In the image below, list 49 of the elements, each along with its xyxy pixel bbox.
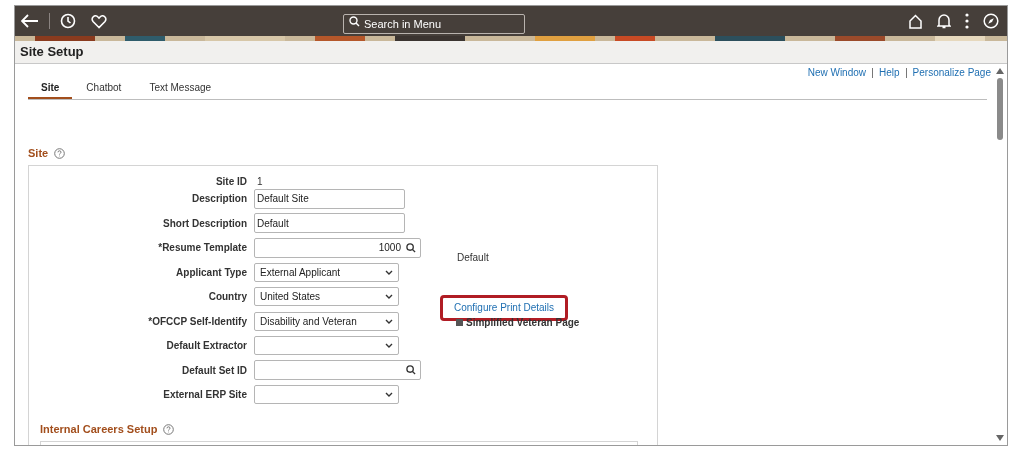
heart-icon[interactable] <box>91 13 107 29</box>
dropdown[interactable]: External Applicant <box>254 262 399 282</box>
chevron-icon <box>385 343 393 348</box>
field-label: External ERP Site <box>162 388 248 402</box>
tab[interactable]: Chatbot <box>72 77 136 99</box>
header-link[interactable]: Help <box>879 65 900 80</box>
chevron-icon <box>385 392 393 397</box>
scroll-down-icon[interactable] <box>996 435 1004 441</box>
chevron-icon <box>385 294 393 299</box>
search-icon <box>349 16 360 27</box>
checkbox[interactable] <box>456 318 463 326</box>
field-label: Short Description <box>162 216 248 231</box>
back-icon[interactable] <box>21 14 39 28</box>
dropdown[interactable]: Disability and Veteran <box>254 311 399 331</box>
field-label: *OFCCP Self-Identify <box>147 314 248 329</box>
page-title: Site Setup <box>20 43 84 62</box>
scroll-up-icon[interactable] <box>996 68 1004 74</box>
field-value: 1 <box>256 175 263 189</box>
field-label: *Resume Template <box>157 241 248 255</box>
tab[interactable]: Site <box>28 77 73 99</box>
header-link[interactable]: New Window <box>807 65 867 80</box>
configure-link[interactable]: Configure Print Details <box>454 301 555 313</box>
section-title: Site <box>28 146 49 161</box>
field-label: Applicant Type <box>175 265 248 280</box>
text-field[interactable]: Default Site <box>254 188 405 209</box>
chevron-icon <box>385 269 393 275</box>
field-label: Site ID <box>214 175 248 189</box>
field-label: Country <box>207 290 248 304</box>
dropdown[interactable]: United States <box>254 287 399 306</box>
home-icon[interactable] <box>908 13 923 29</box>
header-link[interactable]: Personalize Page <box>912 65 991 80</box>
field-label: Default Set ID <box>181 363 248 378</box>
tab[interactable]: Text Message <box>135 77 226 99</box>
search-icon[interactable] <box>406 365 416 375</box>
field-label: Default Extractor <box>165 339 248 353</box>
field-value: 1000 <box>378 241 401 255</box>
lookup-field[interactable] <box>254 360 421 380</box>
section-title: Internal Careers Setup <box>40 422 158 437</box>
search-icon[interactable] <box>406 242 416 253</box>
field-label: Description <box>191 192 248 206</box>
text-field[interactable]: Default <box>254 213 405 233</box>
compass-icon[interactable] <box>983 13 999 29</box>
lookup-field[interactable]: 1000 <box>254 237 421 258</box>
search-field[interactable]: Search in Menu <box>343 14 525 34</box>
bell-icon[interactable] <box>937 13 951 29</box>
more-icon[interactable] <box>965 13 969 29</box>
history-icon[interactable] <box>60 13 76 29</box>
description-text: Default <box>457 251 489 265</box>
chevron-icon <box>385 318 393 324</box>
